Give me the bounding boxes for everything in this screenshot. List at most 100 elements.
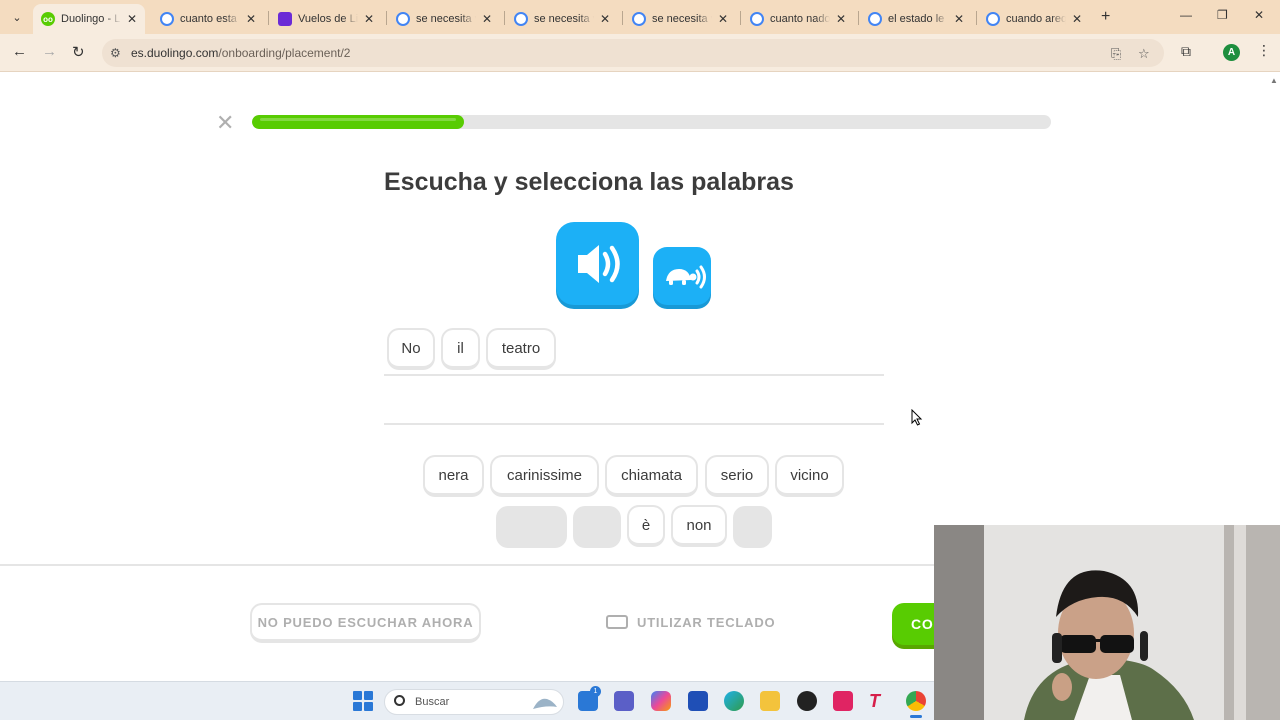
notification-badge: 1 (590, 686, 601, 697)
extensions-icon[interactable]: ⧉ (1181, 43, 1191, 60)
address-bar[interactable]: ⚙ es.duolingo.com/onboarding/placement/2… (102, 39, 1164, 67)
profile-avatar[interactable]: A (1223, 44, 1240, 61)
tab-title: se necesita vi (416, 13, 476, 25)
progress-bar (252, 115, 1051, 129)
word-bank-slot-used (573, 506, 621, 548)
google-icon (632, 12, 646, 26)
active-app-indicator (910, 715, 922, 718)
close-tab-icon[interactable]: ✕ (718, 12, 728, 26)
word-bank-slot-used (733, 506, 772, 548)
close-tab-icon[interactable]: ✕ (127, 12, 137, 26)
menu-icon[interactable]: ⋮ (1257, 42, 1271, 59)
bookmark-star-icon[interactable]: ☆ (1138, 46, 1150, 62)
tab-title: cuanto esta d (180, 13, 240, 25)
duolingo-icon: oo (41, 12, 55, 26)
tab-title: Duolingo - Li (61, 13, 121, 25)
google-icon (750, 12, 764, 26)
use-keyboard-button[interactable]: UTILIZAR TECLADO (606, 612, 775, 632)
google-icon (986, 12, 1000, 26)
taskbar-search[interactable]: Buscar (384, 689, 564, 715)
tab-google-5[interactable]: cuanto nado ✕ (742, 4, 854, 34)
close-tab-icon[interactable]: ✕ (364, 12, 374, 26)
close-tab-icon[interactable]: ✕ (246, 12, 256, 26)
new-tab-icon[interactable]: + (1101, 8, 1110, 26)
search-highlight-bird-icon (533, 698, 557, 709)
word-bank-tile[interactable]: non (671, 505, 727, 547)
tab-google-7[interactable]: cuando areq ✕ (978, 4, 1090, 34)
close-tab-icon[interactable]: ✕ (482, 12, 492, 26)
chevron-down-icon: ⌄ (12, 11, 22, 24)
tab-google-2[interactable]: se necesita vi ✕ (388, 4, 500, 34)
turtle-icon (666, 265, 706, 289)
word-app-icon[interactable] (688, 691, 708, 711)
text-app-icon[interactable]: T (869, 691, 889, 711)
copilot-icon[interactable] (651, 691, 671, 711)
tab-title: el estado le d (888, 13, 948, 25)
keyboard-icon (606, 615, 628, 629)
forward-arrow-icon[interactable]: → (42, 43, 57, 60)
close-window-icon[interactable]: ✕ (1254, 8, 1264, 22)
reload-icon[interactable]: ↻ (72, 43, 85, 61)
scroll-up-icon[interactable]: ▲ (1270, 76, 1278, 85)
play-slow-button[interactable] (653, 247, 711, 305)
browser-toolbar: ← → ↻ ⚙ es.duolingo.com/onboarding/place… (0, 34, 1280, 72)
tab-google-4[interactable]: se necesita vi ✕ (624, 4, 736, 34)
tab-duolingo[interactable]: oo Duolingo - Li ✕ (33, 4, 145, 34)
word-bank-tile[interactable]: è (627, 505, 665, 547)
webcam-overlay (934, 525, 1280, 720)
chrome-icon[interactable] (906, 691, 926, 711)
tab-flights[interactable]: Vuelos de Lin ✕ (270, 4, 382, 34)
tab-title: cuanto nado (770, 13, 830, 25)
url-path: /onboarding/placement/2 (218, 46, 351, 60)
obs-icon[interactable] (797, 691, 817, 711)
teams-icon[interactable] (614, 691, 634, 711)
install-app-icon[interactable]: ⎘ (1111, 46, 1121, 62)
tab-search-button[interactable]: ⌄ (7, 7, 27, 27)
answer-word[interactable]: No (387, 328, 435, 370)
tab-google-3[interactable]: se necesita vi ✕ (506, 4, 618, 34)
screen: ⌄ oo Duolingo - Li ✕ cuanto esta d ✕ Vue… (0, 0, 1280, 720)
use-keyboard-label: UTILIZAR TECLADO (637, 614, 776, 630)
restore-icon[interactable]: ❐ (1217, 8, 1228, 22)
word-bank-tile[interactable]: nera (423, 455, 484, 497)
tiktok-icon[interactable] (833, 691, 853, 711)
tab-title: cuando areq (1006, 13, 1066, 25)
tab-title: se necesita vi (534, 13, 594, 25)
word-bank-tile[interactable]: vicino (775, 455, 844, 497)
word-bank-tile[interactable]: serio (705, 455, 769, 497)
close-tab-icon[interactable]: ✕ (954, 12, 964, 26)
cant-listen-button[interactable]: NO PUEDO ESCUCHAR AHORA (250, 603, 481, 643)
google-icon (868, 12, 882, 26)
back-arrow-icon[interactable]: ← (12, 43, 27, 60)
minimize-icon[interactable]: — (1180, 8, 1192, 22)
word-bank-tile[interactable]: carinissime (490, 455, 599, 497)
webcam-person-image (934, 525, 1280, 720)
word-bank-tile[interactable]: chiamata (605, 455, 698, 497)
close-lesson-icon[interactable]: ✕ (216, 112, 234, 134)
play-audio-button[interactable] (556, 222, 639, 305)
answer-word[interactable]: teatro (486, 328, 556, 370)
file-explorer-icon[interactable] (760, 691, 780, 711)
windows-taskbar: Buscar T (0, 681, 934, 720)
tab-google-1[interactable]: cuanto esta d ✕ (152, 4, 264, 34)
speaker-icon (578, 245, 620, 283)
search-icon (394, 695, 405, 706)
close-tab-icon[interactable]: ✕ (600, 12, 610, 26)
taskbar-search-placeholder: Buscar (415, 696, 450, 708)
google-icon (160, 12, 174, 26)
site-settings-icon[interactable]: ⚙ (110, 46, 121, 60)
answer-line (384, 374, 884, 376)
tab-strip: ⌄ oo Duolingo - Li ✕ cuanto esta d ✕ Vue… (0, 0, 1280, 34)
close-tab-icon[interactable]: ✕ (836, 12, 846, 26)
url-host: es.duolingo.com (131, 46, 219, 60)
google-icon (396, 12, 410, 26)
tab-google-6[interactable]: el estado le d ✕ (860, 4, 972, 34)
tab-title: se necesita vi (652, 13, 712, 25)
google-icon (514, 12, 528, 26)
edge-icon[interactable] (724, 691, 744, 711)
close-tab-icon[interactable]: ✕ (1072, 12, 1082, 26)
answer-word[interactable]: il (441, 328, 480, 370)
start-menu-icon[interactable] (353, 691, 373, 711)
url-text[interactable]: es.duolingo.com/onboarding/placement/2 (131, 46, 350, 60)
word-bank-slot-used (496, 506, 567, 548)
